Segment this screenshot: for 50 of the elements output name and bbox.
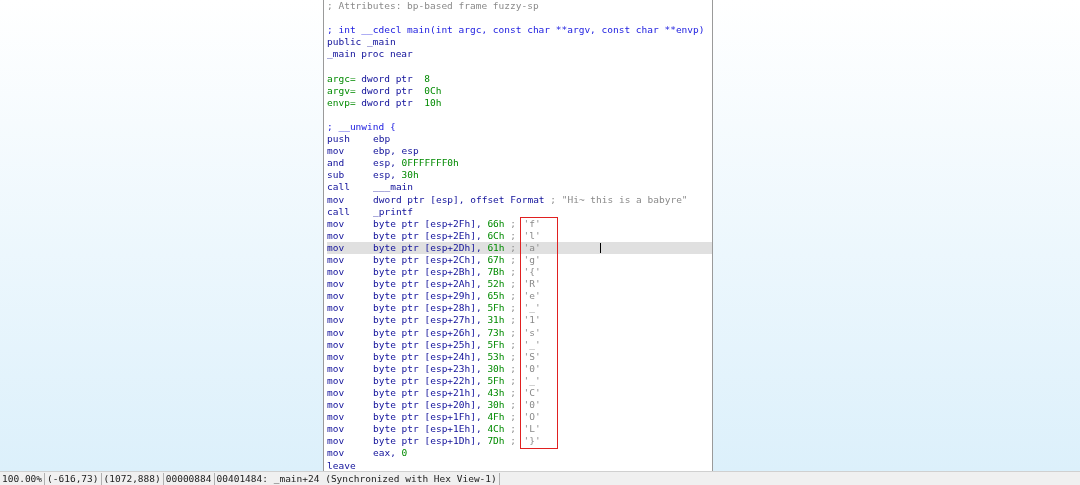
instruction-row[interactable]: mov byte ptr [esp+20h], 30h ; '0' [327,399,712,412]
status-field: 00401484: _main+24 (Synchronized with Hex View-1) [214,472,500,485]
code-line: ; Attributes: bp-based frame fuzzy-sp [327,0,539,13]
instruction-row[interactable]: mov byte ptr [esp+2Dh], 61h ; 'a' [327,241,712,254]
code-line: public _main [327,36,396,49]
instruction-mnemonic: push [327,133,351,146]
code-line: eax, 0 [373,447,408,460]
instruction-mnemonic: and [327,157,346,170]
instruction-row[interactable]: mov byte ptr [esp+21h], 43h ; 'C' [327,387,712,400]
instruction-row[interactable]: mov byte ptr [esp+2Ch], 67h ; 'g' [327,253,712,267]
code-line: esp, 0FFFFFFF0h [373,157,459,170]
code-line: ___main [373,181,414,194]
code-line: leave [327,459,356,471]
instruction-row[interactable]: mov byte ptr [esp+1Eh], 4Ch ; 'L' [327,423,712,436]
instruction-row[interactable]: mov byte ptr [esp+23h], 30h ; '0' [327,362,712,375]
instruction-row[interactable]: mov byte ptr [esp+22h], 5Fh ; '_' [327,374,712,387]
status-field: 100.00% [0,472,46,485]
instruction-mnemonic: sub [327,169,346,182]
code-line: ; __unwind { [327,120,396,134]
code-line: esp, 30h [373,169,419,182]
status-field: 00000884 [163,472,215,485]
instruction-mnemonic: mov [327,447,346,460]
instruction-mnemonic: mov [327,193,346,206]
status-field: (-616,73) [45,472,102,485]
instruction-row[interactable]: mov byte ptr [esp+24h], 53h ; 'S' [327,350,712,363]
instruction-row[interactable]: mov byte ptr [esp+29h], 65h ; 'e' [327,290,712,303]
code-line: envp= dword ptr 10h [327,96,442,109]
instruction-row[interactable]: mov byte ptr [esp+25h], 5Fh ; '_' [327,338,712,351]
instruction-row[interactable]: mov byte ptr [esp+2Bh], 7Bh ; '{' [327,266,712,279]
code-line: ebp [373,133,391,146]
instruction-mnemonic: call [327,205,351,218]
code-line: dword ptr [esp], offset Format ; "Hi~ this is a babyre" [373,193,688,206]
instruction-row[interactable]: mov byte ptr [esp+1Dh], 7Dh ; '}' [327,435,712,448]
instruction-mnemonic: call [327,181,351,194]
instruction-row[interactable]: mov byte ptr [esp+1Fh], 4Fh ; 'O' [327,411,712,424]
instruction-row[interactable]: mov byte ptr [esp+28h], 5Fh ; '_' [327,302,712,315]
code-line: ; int __cdecl main(int argc, const char **argv, const char **envp) [327,24,705,37]
code-line: ebp, esp [373,145,419,158]
code-line: argv= dword ptr 0Ch [327,84,442,97]
text-cursor-icon [600,242,601,253]
instruction-row[interactable]: mov byte ptr [esp+26h], 73h ; 's' [327,326,712,339]
instruction-row[interactable]: mov byte ptr [esp+2Ah], 52h ; 'R' [327,278,712,291]
instruction-row[interactable]: mov byte ptr [esp+27h], 31h ; '1' [327,314,712,327]
instruction-mnemonic: mov [327,145,346,158]
code-line: _printf [373,205,414,218]
status-field: (1072,888) [101,472,164,485]
code-line: _main proc near [327,48,413,61]
instruction-row[interactable]: mov byte ptr [esp+2Eh], 6Ch ; 'l' [327,229,712,242]
code-line: argc= dword ptr 8 [327,72,430,85]
instruction-row[interactable]: mov byte ptr [esp+2Fh], 66h ; 'f' [327,217,712,230]
